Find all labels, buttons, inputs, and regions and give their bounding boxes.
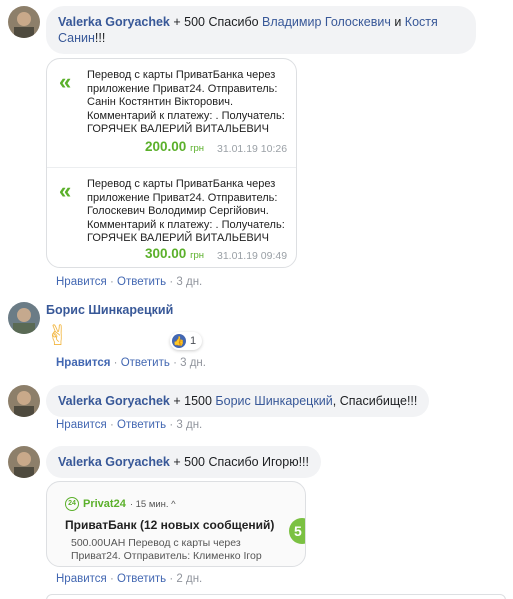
reply-link[interactable]: Ответить — [117, 419, 166, 431]
sms-amount: 200.00 грн — [145, 139, 205, 154]
reaction-count: 1 — [190, 335, 197, 347]
avatar[interactable] — [8, 6, 40, 38]
avatar[interactable] — [8, 385, 40, 417]
comment-actions: Нравится · Ответить · 3 дн. — [56, 419, 203, 431]
like-link[interactable]: Нравится — [56, 573, 107, 585]
comment-author[interactable]: Борис Шинкарецкий — [46, 303, 173, 317]
comment-text: !!! — [94, 31, 106, 45]
victory-hand-emoji: ✌ — [46, 319, 70, 352]
comment-actions: Нравится · Ответить · 3 дн. — [56, 276, 203, 288]
comment-text: + 1500 — [169, 394, 216, 408]
attached-image[interactable]: « Перевод с карты ПриватБанка через прил… — [46, 58, 297, 268]
timestamp[interactable]: 3 дн. — [176, 419, 202, 431]
thumbs-up-icon: 👍 — [172, 334, 186, 348]
reply-link[interactable]: Ответить — [117, 276, 166, 288]
comment-actions: Нравится · Ответить · 2 дн. — [56, 573, 203, 585]
comment-text: + 500 Спасибо — [169, 15, 263, 29]
notification-line: 500.00UAH Перевод с карты через — [71, 537, 241, 549]
mention-link[interactable]: Борис Шинкарецкий — [215, 394, 332, 408]
comment-text: , Спасибище!!! — [332, 394, 418, 408]
avatar[interactable] — [8, 446, 40, 478]
comment-text: и — [390, 15, 405, 29]
privat-chevron-icon: « — [59, 178, 72, 203]
sms-text: Перевод с карты ПриватБанка через прилож… — [87, 178, 285, 244]
comment-bubble: Valerka Goryachek + 500 Спасибо Игорю!!! — [46, 446, 321, 478]
privat24-app-icon: 24 — [65, 497, 79, 511]
comment-author[interactable]: Valerka Goryachek — [58, 455, 170, 469]
sms-datetime: 31.01.19 10:26 — [217, 143, 288, 155]
notification-title: ПриватБанк (12 новых сообщений) — [65, 518, 275, 532]
timestamp[interactable]: 3 дн. — [180, 357, 206, 369]
like-link[interactable]: Нравится — [56, 419, 107, 431]
reply-link[interactable]: Ответить — [121, 357, 170, 369]
attached-image[interactable]: 24 Privat24 · 15 мин. ^ ПриватБанк (12 н… — [46, 481, 306, 567]
mention-link[interactable]: Владимир Голоскевич — [262, 15, 391, 29]
reaction-summary[interactable]: 👍 1 — [170, 332, 203, 350]
notification-line: Приват24. Отправитель: Клименко Ігор — [71, 550, 262, 562]
mention-link[interactable]: Костя — [405, 15, 438, 29]
notification-app: Privat24 — [83, 498, 126, 510]
sms-message: « Перевод с карты ПриватБанка через прил… — [47, 168, 296, 267]
reply-link[interactable]: Ответить — [117, 573, 166, 585]
sms-message: « Перевод с карты ПриватБанка через прил… — [47, 59, 296, 167]
notification-time: · 15 мин. ^ — [129, 498, 176, 510]
comment-bubble: Valerka Goryachek + 500 Спасибо Владимир… — [46, 6, 476, 54]
mention-link[interactable]: Санин — [58, 31, 95, 45]
next-comment-bubble — [46, 594, 506, 599]
notification-header: 24 Privat24 · 15 мин. ^ — [65, 497, 176, 511]
sms-datetime: 31.01.19 09:49 — [217, 250, 288, 262]
like-link[interactable]: Нравится — [56, 357, 110, 369]
comment-actions: Нравится · Ответить · 3 дн. — [56, 357, 206, 369]
comment-author[interactable]: Valerka Goryachek — [58, 15, 170, 29]
avatar[interactable] — [8, 302, 40, 334]
sms-amount: 300.00 грн — [145, 246, 205, 261]
comment-bubble: Valerka Goryachek + 1500 Борис Шинкарецк… — [46, 385, 430, 417]
notification-badge-icon: 5 — [289, 518, 305, 544]
privat-chevron-icon: « — [59, 69, 72, 94]
comment-text: + 500 Спасибо Игорю!!! — [169, 455, 309, 469]
comment-author[interactable]: Valerka Goryachek — [58, 394, 170, 408]
timestamp[interactable]: 3 дн. — [176, 276, 202, 288]
timestamp[interactable]: 2 дн. — [176, 573, 202, 585]
like-link[interactable]: Нравится — [56, 276, 107, 288]
sms-text: Перевод с карты ПриватБанка через прилож… — [87, 69, 285, 135]
